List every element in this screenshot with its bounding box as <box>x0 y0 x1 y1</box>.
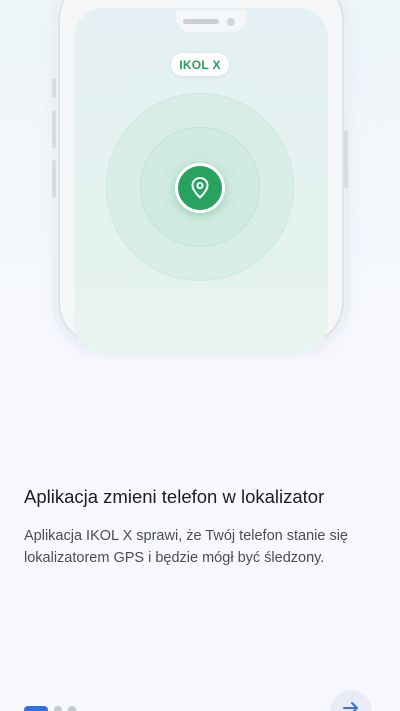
phone-side-button <box>52 160 56 198</box>
phone-speaker <box>183 19 219 24</box>
onboarding-title: Aplikacja zmieni telefon w lokalizator <box>24 486 325 507</box>
page-indicator <box>24 706 76 711</box>
page-dot-active[interactable] <box>24 706 48 711</box>
phone-side-button <box>52 78 56 98</box>
app-name-badge: IKOL X <box>171 53 229 76</box>
onboarding-description: Aplikacja IKOL X sprawi, że Twój telefon… <box>24 528 348 566</box>
location-pin-badge <box>175 163 225 213</box>
hero-illustration: IKOL X <box>0 0 400 360</box>
page-dot[interactable] <box>68 706 76 711</box>
location-pin-icon <box>191 177 209 199</box>
page-dot[interactable] <box>54 706 62 711</box>
phone-side-button <box>52 110 56 148</box>
next-button[interactable] <box>330 690 372 711</box>
arrow-right-icon <box>343 702 358 711</box>
phone-camera <box>227 18 235 26</box>
phone-side-button <box>344 130 348 188</box>
